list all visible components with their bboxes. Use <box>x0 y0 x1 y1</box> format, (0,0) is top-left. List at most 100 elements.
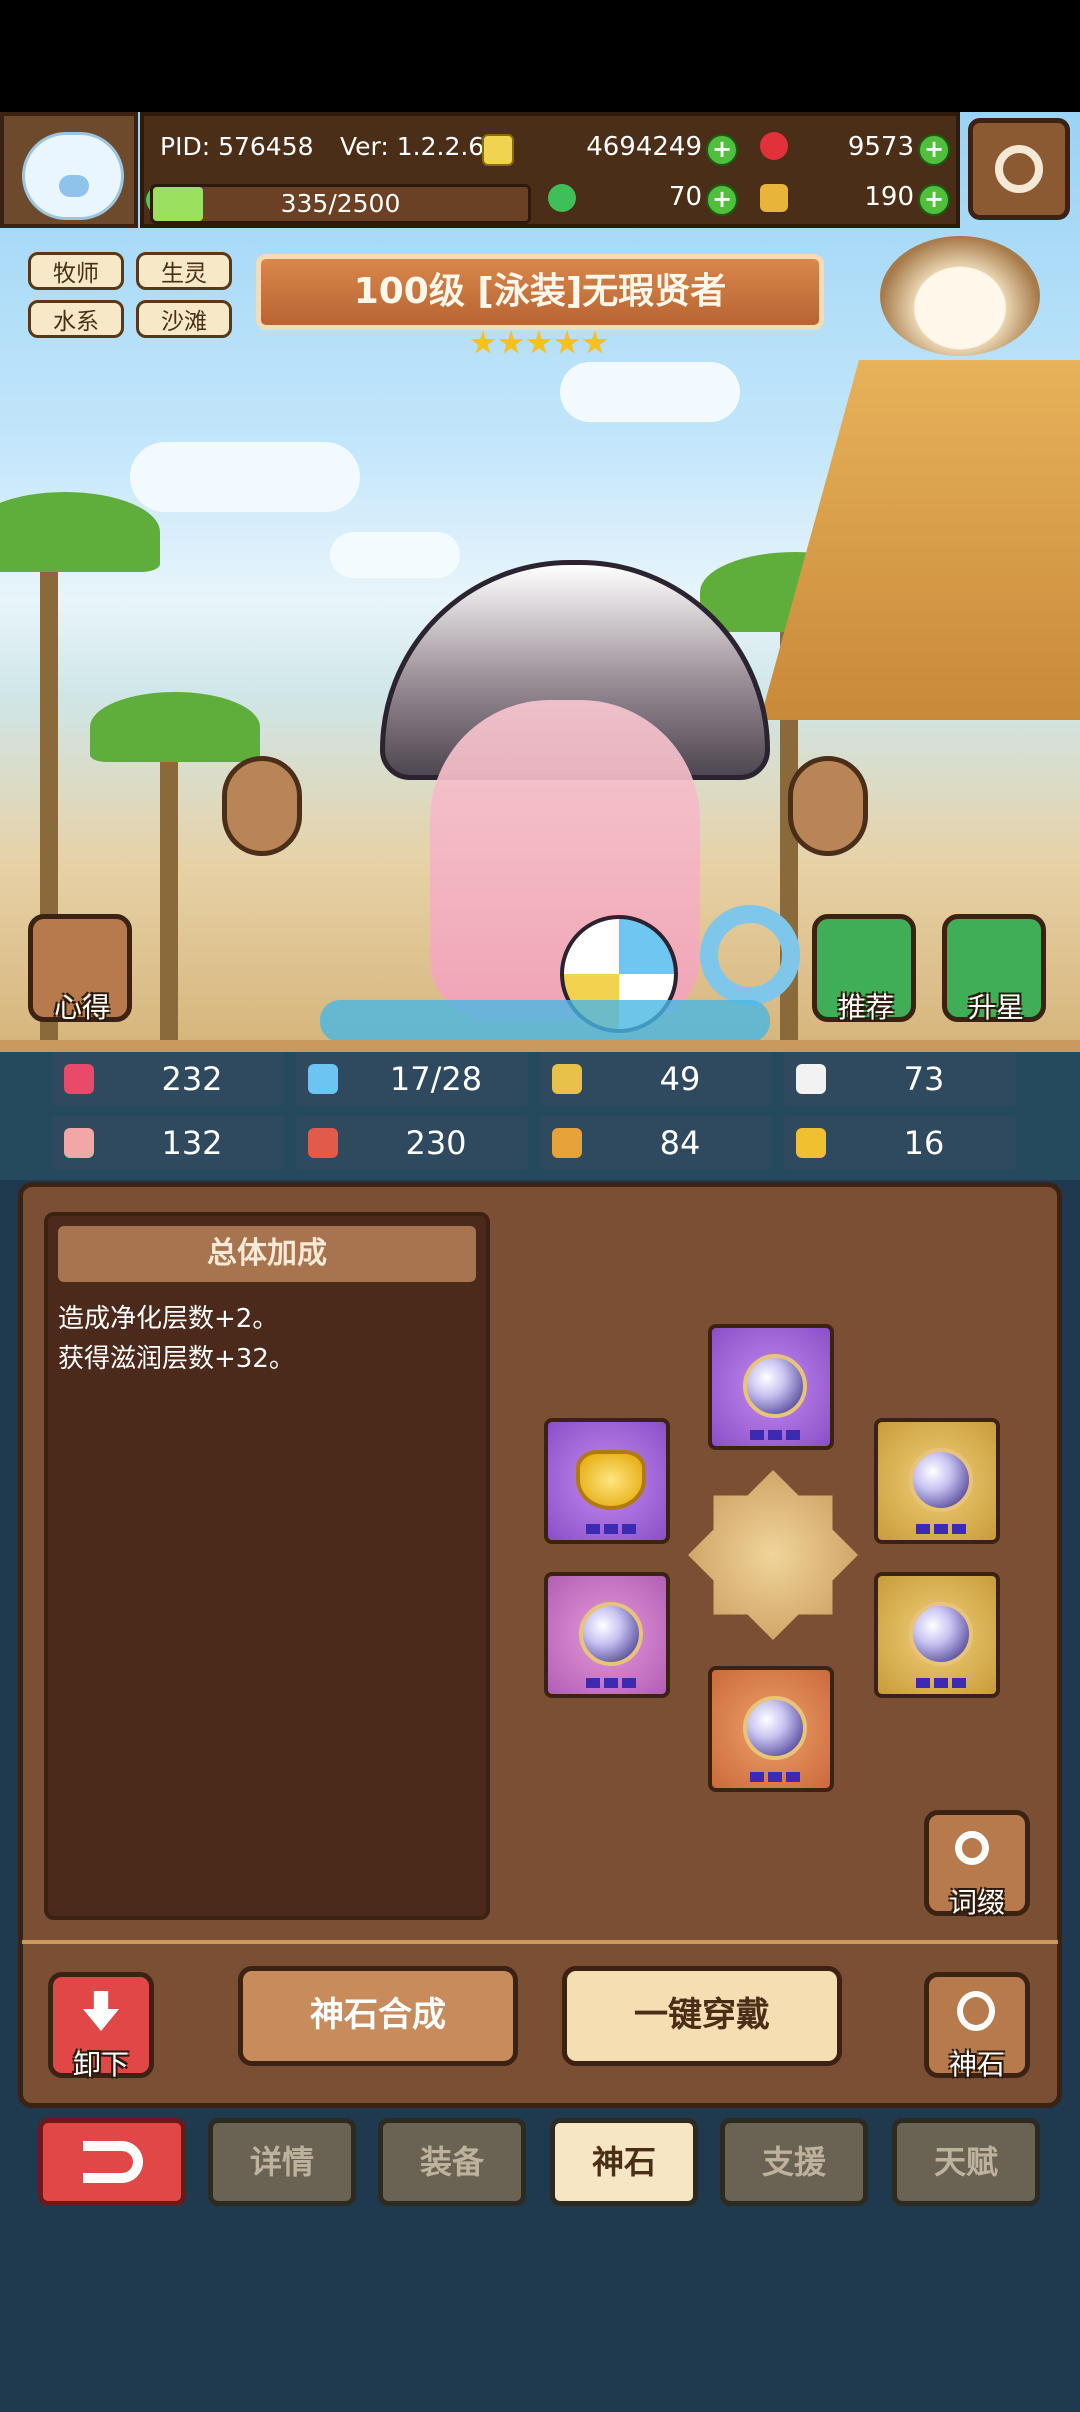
status-bar <box>0 0 1080 112</box>
gem-level-pips <box>916 1678 966 1688</box>
swim-ring <box>700 905 800 1005</box>
equip-all-button[interactable]: 一键穿戴 <box>562 1966 842 2066</box>
stat-cell: 232 <box>52 1052 284 1106</box>
gem-slot-left-lower[interactable] <box>544 1572 670 1698</box>
star-icon <box>498 330 524 354</box>
tag-theme: 沙滩 <box>136 300 232 338</box>
unequip-label: 卸下 <box>72 2048 129 2081</box>
gear-icon <box>995 145 1043 193</box>
heart-icon <box>64 1064 94 1094</box>
player-avatar[interactable] <box>0 112 138 228</box>
tag-class: 牧师 <box>28 252 124 290</box>
gem-slot-right-lower[interactable] <box>874 1572 1000 1698</box>
center-rune-tile <box>688 1470 858 1640</box>
stat-value: 132 <box>161 1124 223 1162</box>
affix-label: 词缀 <box>948 1886 1005 1919</box>
stat-value: 84 <box>659 1124 701 1162</box>
gem-slot-left-upper[interactable] <box>544 1418 670 1544</box>
food-amount: 190 <box>864 182 914 212</box>
horseshoe-icon <box>796 1128 826 1158</box>
star-rating <box>470 330 610 360</box>
gold-coin-icon <box>482 134 514 166</box>
panel-divider <box>22 1940 1058 1944</box>
stat-cell: 230 <box>296 1116 528 1170</box>
star-icon <box>526 330 552 354</box>
stat-cell: 73 <box>784 1052 1016 1106</box>
gem-level-pips <box>750 1430 800 1440</box>
gem-slot-top[interactable] <box>708 1324 834 1450</box>
stat-value: 232 <box>161 1060 223 1098</box>
palm-leaves <box>0 492 160 572</box>
clover-amount: 70 <box>668 182 702 212</box>
crystal-gem-icon <box>579 1602 643 1666</box>
gem-amount: 9573 <box>847 132 914 162</box>
cloud <box>560 362 740 422</box>
magnifier-icon <box>955 1831 989 1865</box>
add-food-button[interactable]: + <box>918 184 950 216</box>
palm-leaves <box>90 692 260 762</box>
stat-cell: 132 <box>52 1116 284 1170</box>
red-gem-icon <box>760 132 788 160</box>
tab-godstone[interactable]: 神石 <box>550 2118 698 2206</box>
unequip-button[interactable]: 卸下 <box>48 1972 154 2081</box>
stat-value: 230 <box>405 1124 467 1162</box>
character-title: 100级 [泳装]无瑕贤者 <box>256 254 824 330</box>
stat-value: 16 <box>903 1124 945 1162</box>
back-button[interactable] <box>38 2118 186 2206</box>
gem-level-pips <box>916 1524 966 1534</box>
next-character-button[interactable] <box>788 756 868 856</box>
star-icon <box>470 330 496 354</box>
godstone-label: 神石 <box>948 2048 1005 2081</box>
stat-cell: 16 <box>784 1116 1016 1170</box>
book-icon <box>308 1128 338 1158</box>
gem-level-pips <box>586 1524 636 1534</box>
recommend-label: 推荐 <box>837 991 894 1024</box>
coconut-icon <box>880 236 1040 356</box>
stat-cell: 49 <box>540 1052 772 1106</box>
tab-support[interactable]: 支援 <box>720 2118 868 2206</box>
prev-character-button[interactable] <box>222 756 302 856</box>
stat-value: 17/28 <box>389 1060 483 1098</box>
stat-value: 49 <box>659 1060 701 1098</box>
godstone-icon <box>957 1991 995 2031</box>
gem-slot-bottom[interactable] <box>708 1666 834 1792</box>
star-icon <box>582 330 608 354</box>
wing-icon <box>796 1064 826 1094</box>
tab-talent[interactable]: 天赋 <box>892 2118 1040 2206</box>
gem-level-pips <box>750 1772 800 1782</box>
tag-race: 生灵 <box>136 252 232 290</box>
star-up-label: 升星 <box>967 991 1024 1024</box>
crystal-gem-icon <box>743 1354 807 1418</box>
cloud <box>130 442 360 512</box>
stamina-bar: 335/2500 <box>150 184 531 224</box>
godstone-button[interactable]: 神石 <box>924 1972 1030 2081</box>
gold-amount: 4694249 <box>586 132 702 162</box>
avatar-face-icon <box>22 132 124 220</box>
gem-slot-right-upper[interactable] <box>874 1418 1000 1544</box>
settings-button[interactable] <box>968 118 1070 220</box>
gem-level-pips <box>586 1678 636 1688</box>
fist-icon <box>64 1128 94 1158</box>
palm-tree <box>160 732 178 1052</box>
stat-cell: 84 <box>540 1116 772 1170</box>
tab-details[interactable]: 详情 <box>208 2118 356 2206</box>
stat-value: 73 <box>903 1060 945 1098</box>
add-gold-button[interactable]: + <box>706 134 738 166</box>
tab-equipment[interactable]: 装备 <box>378 2118 526 2206</box>
stats-grid: 232 17/28 49 73 132 230 84 16 <box>52 1052 1022 1180</box>
arrow-down-icon <box>83 1991 119 2031</box>
stamina-text: 335/2500 <box>280 189 401 218</box>
crystal-gem-icon <box>909 1448 973 1512</box>
affix-button[interactable]: 词缀 <box>924 1810 1030 1919</box>
synthesize-button[interactable]: 神石合成 <box>238 1966 518 2066</box>
shield-icon <box>552 1064 582 1094</box>
crystal-gem-icon <box>909 1602 973 1666</box>
add-gem-button[interactable]: + <box>918 134 950 166</box>
player-id: PID: 576458 <box>160 132 314 161</box>
cloud <box>330 532 460 578</box>
clover-icon <box>548 184 576 212</box>
add-clover-button[interactable]: + <box>706 184 738 216</box>
star-icon <box>554 330 580 354</box>
food-icon <box>760 184 788 212</box>
insight-label: 心得 <box>53 991 110 1024</box>
